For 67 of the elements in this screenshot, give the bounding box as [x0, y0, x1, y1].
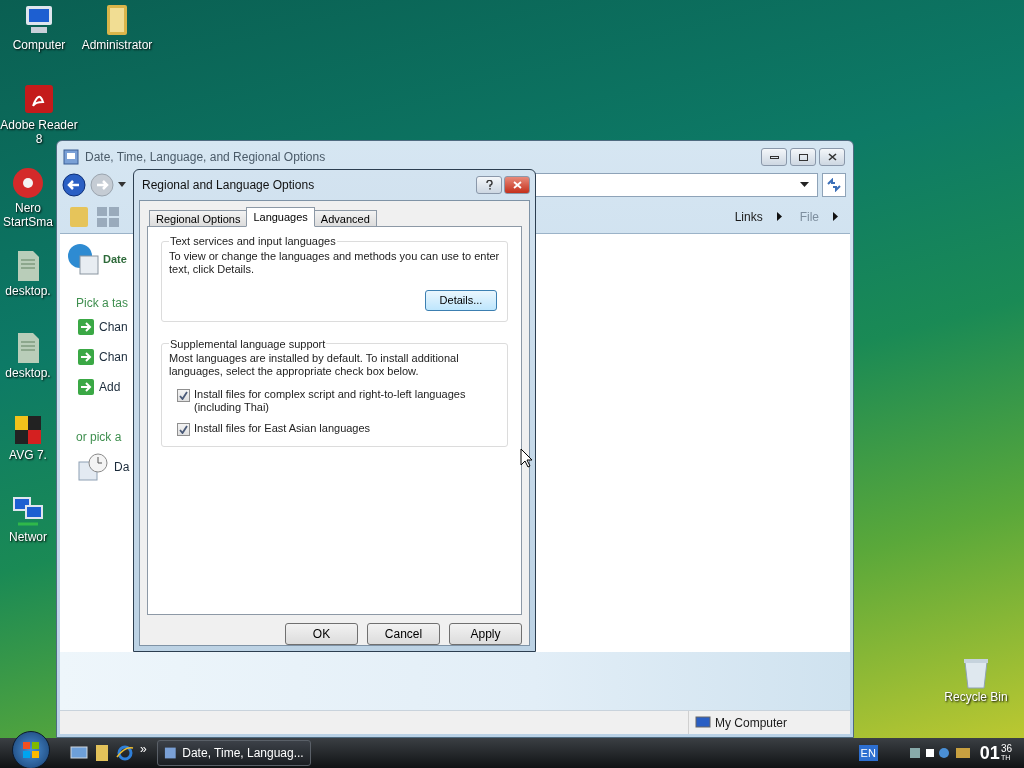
- dropdown-icon[interactable]: [118, 182, 126, 188]
- browser-icon[interactable]: [116, 744, 134, 762]
- refresh-icon: [826, 178, 842, 192]
- window-title: Date, Time, Language, and Regional Options: [85, 149, 326, 166]
- desktop-icon-label[interactable]: Networ: [9, 530, 47, 544]
- desktop-icon-label[interactable]: desktop.: [5, 284, 51, 298]
- dialog-button[interactable]: OK: [285, 623, 358, 645]
- desktop-icon-label[interactable]: AVG 7.: [9, 448, 47, 462]
- toolbar-menu-button[interactable]: Links: [734, 207, 782, 226]
- globe-calendar-icon: [66, 242, 100, 276]
- dropdown-icon[interactable]: [800, 182, 809, 188]
- windows-logo-icon: [22, 741, 40, 759]
- task-link[interactable]: Chan: [99, 318, 128, 336]
- checkbox[interactable]: [177, 423, 190, 436]
- minimize-button[interactable]: [761, 148, 787, 166]
- desktop-icon-label[interactable]: desktop.: [5, 366, 51, 380]
- category-title[interactable]: Date: [103, 250, 127, 268]
- arrow-icon: [78, 349, 94, 365]
- section-heading: or pick a: [76, 429, 122, 446]
- desktop-icon[interactable]: [70, 745, 88, 761]
- close-button[interactable]: [819, 148, 845, 166]
- desktop-icon-label[interactable]: Nero StartSma: [0, 201, 56, 229]
- desktop-icon-label[interactable]: Administrator: [81, 38, 153, 52]
- arrow-icon: [78, 379, 94, 395]
- checkbox-label: Install files for East Asian languages: [194, 422, 372, 435]
- description-text: Most languages are installed by default. To install additional languages, select the appropriate check box below.: [169, 352, 460, 378]
- desktop-icon-label[interactable]: Adobe Reader 8: [0, 118, 78, 146]
- back-icon[interactable]: [62, 173, 86, 197]
- details-button[interactable]: Details...: [425, 289, 497, 311]
- chevron-icon: [776, 212, 782, 221]
- window-icon: [163, 746, 177, 760]
- start-button[interactable]: [12, 731, 50, 768]
- help-button[interactable]: [476, 176, 502, 194]
- recycle-bin-icon: [961, 656, 991, 690]
- arrow-icon: [78, 319, 94, 335]
- close-button[interactable]: [504, 176, 530, 194]
- language-indicator[interactable]: EN: [858, 744, 878, 762]
- task-link[interactable]: Add: [99, 378, 121, 396]
- overflow-chevron[interactable]: »: [140, 740, 147, 758]
- close-icon: [512, 181, 522, 189]
- checkbox[interactable]: [177, 389, 190, 402]
- tab[interactable]: Languages: [246, 207, 315, 227]
- computer-icon: [695, 715, 711, 730]
- checkbox-label: Install files for complex script and right-to-left languages (including Thai): [194, 388, 467, 414]
- chevron-icon: [833, 212, 838, 221]
- dialog-button[interactable]: Apply: [449, 623, 522, 645]
- group-title: Supplemental language support: [169, 336, 327, 352]
- window-icon: [63, 149, 79, 165]
- taskbar-button[interactable]: Date, Time, Languag...: [156, 740, 311, 766]
- group-title: Text services and input languages: [169, 234, 337, 249]
- dialog-button[interactable]: Cancel: [367, 623, 440, 645]
- folder-icon[interactable]: [94, 744, 110, 762]
- desktop-icon-label[interactable]: Computer: [12, 38, 66, 52]
- calendar-clock-icon: [78, 452, 110, 482]
- help-icon: [485, 180, 493, 190]
- control-panel-link[interactable]: Da: [114, 458, 130, 476]
- refresh-button[interactable]: [822, 173, 846, 197]
- clock-hour: 01: [979, 744, 1000, 762]
- maximize-button[interactable]: [790, 148, 816, 166]
- clock-minute: 36: [1000, 744, 1012, 754]
- dialog-title: Regional and Language Options: [142, 177, 315, 194]
- status-text: My Computer: [715, 714, 788, 732]
- disc-icon: [10, 165, 46, 201]
- description-text: To view or change the languages and methods you can use to enter text, click Details.: [169, 249, 500, 276]
- task-link[interactable]: Chan: [99, 348, 128, 366]
- close-icon: [827, 153, 837, 161]
- section-heading: Pick a tas: [76, 295, 129, 312]
